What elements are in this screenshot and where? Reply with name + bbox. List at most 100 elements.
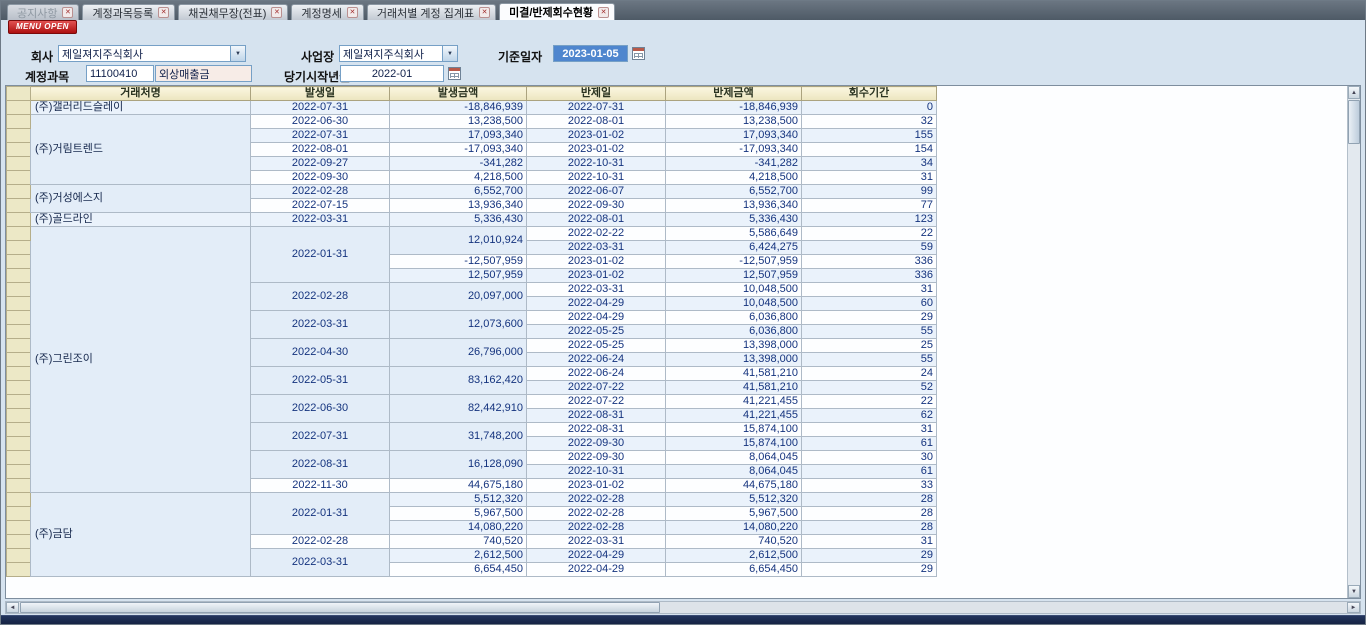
collect-days-cell[interactable]: 31 [802, 171, 937, 185]
row-selector[interactable] [7, 367, 31, 381]
occur-date-cell[interactable]: 2022-08-31 [251, 451, 390, 479]
settle-date-cell[interactable]: 2023-01-02 [527, 255, 666, 269]
collect-days-cell[interactable]: 77 [802, 199, 937, 213]
occur-amount-cell[interactable]: 14,080,220 [390, 521, 527, 535]
row-selector[interactable] [7, 297, 31, 311]
occur-amount-cell[interactable]: 13,238,500 [390, 115, 527, 129]
tab-close-icon[interactable]: ✕ [271, 7, 282, 18]
occur-amount-cell[interactable]: 44,675,180 [390, 479, 527, 493]
occur-date-cell[interactable]: 2022-02-28 [251, 535, 390, 549]
settle-date-cell[interactable]: 2022-08-31 [527, 423, 666, 437]
vertical-scroll-thumb[interactable] [1348, 100, 1360, 144]
scroll-right-icon[interactable]: ► [1347, 602, 1360, 613]
row-selector[interactable] [7, 241, 31, 255]
settle-date-cell[interactable]: 2022-04-29 [527, 297, 666, 311]
row-selector[interactable] [7, 451, 31, 465]
customer-name-cell[interactable]: (주)그린조이 [31, 227, 251, 493]
row-selector[interactable] [7, 255, 31, 269]
occur-date-cell[interactable]: 2022-05-31 [251, 367, 390, 395]
collect-days-cell[interactable]: 22 [802, 395, 937, 409]
settle-amount-cell[interactable]: -17,093,340 [666, 143, 802, 157]
row-selector[interactable] [7, 269, 31, 283]
scroll-left-icon[interactable]: ◄ [6, 602, 19, 613]
row-selector[interactable] [7, 535, 31, 549]
col-header-settle-date[interactable]: 반제일 [527, 87, 666, 101]
row-selector[interactable] [7, 479, 31, 493]
row-selector[interactable] [7, 353, 31, 367]
occur-amount-cell[interactable]: 83,162,420 [390, 367, 527, 395]
settle-amount-cell[interactable]: 13,398,000 [666, 339, 802, 353]
row-selector[interactable] [7, 129, 31, 143]
settle-amount-cell[interactable]: -12,507,959 [666, 255, 802, 269]
col-header-occur-date[interactable]: 발생일 [251, 87, 390, 101]
settle-date-cell[interactable]: 2023-01-02 [527, 129, 666, 143]
settle-date-cell[interactable]: 2022-07-31 [527, 101, 666, 115]
collect-days-cell[interactable]: 55 [802, 353, 937, 367]
occur-amount-cell[interactable]: 17,093,340 [390, 129, 527, 143]
settle-amount-cell[interactable]: 15,874,100 [666, 437, 802, 451]
col-header-occur-amount[interactable]: 발생금액 [390, 87, 527, 101]
row-selector[interactable] [7, 549, 31, 563]
customer-name-cell[interactable]: (주)갤러리드슬레이 [31, 101, 251, 115]
settle-date-cell[interactable]: 2022-02-28 [527, 493, 666, 507]
occur-date-cell[interactable]: 2022-06-30 [251, 115, 390, 129]
occur-date-cell[interactable]: 2022-01-31 [251, 493, 390, 535]
settle-amount-cell[interactable]: 12,507,959 [666, 269, 802, 283]
occur-date-cell[interactable]: 2022-03-31 [251, 213, 390, 227]
account-code-input[interactable]: 11100410 [86, 65, 154, 82]
settle-date-cell[interactable]: 2022-04-29 [527, 549, 666, 563]
collect-days-cell[interactable]: 28 [802, 521, 937, 535]
occur-amount-cell[interactable]: 6,654,450 [390, 563, 527, 577]
collect-days-cell[interactable]: 31 [802, 283, 937, 297]
occur-date-cell[interactable]: 2022-07-31 [251, 129, 390, 143]
collect-days-cell[interactable]: 28 [802, 493, 937, 507]
settle-date-cell[interactable]: 2023-01-02 [527, 479, 666, 493]
row-selector[interactable] [7, 157, 31, 171]
settle-amount-cell[interactable]: 740,520 [666, 535, 802, 549]
collect-days-cell[interactable]: 99 [802, 185, 937, 199]
settle-date-cell[interactable]: 2022-09-30 [527, 199, 666, 213]
tab-account-register[interactable]: 계정과목등록 ✕ [82, 4, 175, 20]
settle-amount-cell[interactable]: 13,238,500 [666, 115, 802, 129]
horizontal-scrollbar[interactable]: ◄ ► [5, 601, 1361, 614]
collect-days-cell[interactable]: 0 [802, 101, 937, 115]
collect-days-cell[interactable]: 25 [802, 339, 937, 353]
collect-days-cell[interactable]: 29 [802, 549, 937, 563]
settle-amount-cell[interactable]: -18,846,939 [666, 101, 802, 115]
customer-name-cell[interactable]: (주)거성에스지 [31, 185, 251, 213]
collect-days-cell[interactable]: 154 [802, 143, 937, 157]
collect-days-cell[interactable]: 32 [802, 115, 937, 129]
row-selector[interactable] [7, 339, 31, 353]
occur-date-cell[interactable]: 2022-07-15 [251, 199, 390, 213]
settle-date-cell[interactable]: 2022-08-31 [527, 409, 666, 423]
collect-days-cell[interactable]: 61 [802, 437, 937, 451]
occur-date-cell[interactable]: 2022-03-31 [251, 549, 390, 577]
row-selector[interactable] [7, 465, 31, 479]
base-date-input[interactable]: 2023-01-05 [553, 45, 628, 62]
row-selector[interactable] [7, 563, 31, 577]
row-selector[interactable] [7, 423, 31, 437]
settle-date-cell[interactable]: 2022-02-28 [527, 521, 666, 535]
chevron-down-icon[interactable]: ▼ [442, 46, 457, 61]
occur-date-cell[interactable]: 2022-11-30 [251, 479, 390, 493]
occur-amount-cell[interactable]: 20,097,000 [390, 283, 527, 311]
settle-amount-cell[interactable]: 44,675,180 [666, 479, 802, 493]
settle-date-cell[interactable]: 2022-06-07 [527, 185, 666, 199]
occur-amount-cell[interactable]: -17,093,340 [390, 143, 527, 157]
collect-days-cell[interactable]: 336 [802, 269, 937, 283]
settle-date-cell[interactable]: 2022-03-31 [527, 241, 666, 255]
chevron-down-icon[interactable]: ▼ [230, 46, 245, 61]
occur-amount-cell[interactable]: 12,507,959 [390, 269, 527, 283]
settle-amount-cell[interactable]: 14,080,220 [666, 521, 802, 535]
collect-days-cell[interactable]: 155 [802, 129, 937, 143]
settle-amount-cell[interactable]: 6,552,700 [666, 185, 802, 199]
settle-date-cell[interactable]: 2022-02-22 [527, 227, 666, 241]
row-selector[interactable] [7, 381, 31, 395]
scroll-down-icon[interactable]: ▼ [1348, 585, 1360, 598]
row-selector[interactable] [7, 185, 31, 199]
collect-days-cell[interactable]: 33 [802, 479, 937, 493]
occur-amount-cell[interactable]: 740,520 [390, 535, 527, 549]
horizontal-scroll-thumb[interactable] [20, 602, 660, 613]
occur-amount-cell[interactable]: 5,512,320 [390, 493, 527, 507]
occur-amount-cell[interactable]: 31,748,200 [390, 423, 527, 451]
